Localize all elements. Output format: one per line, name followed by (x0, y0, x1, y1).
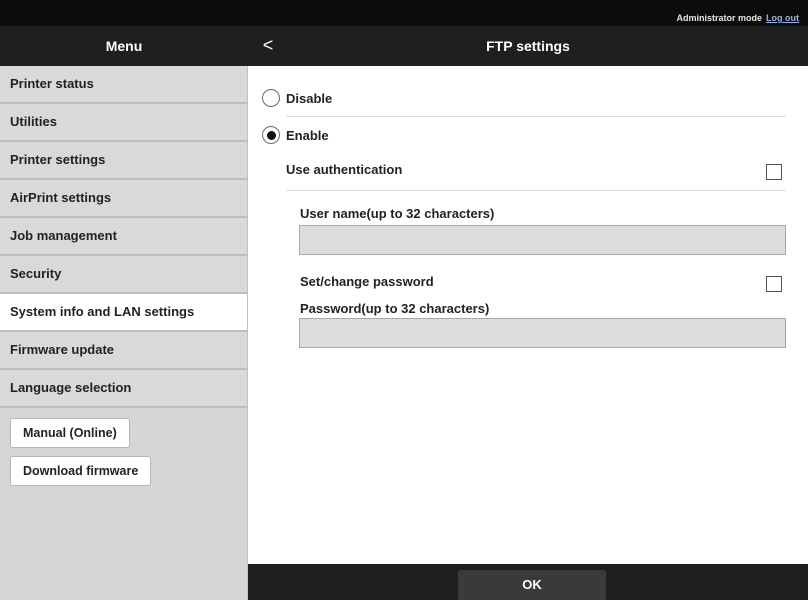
enable-option[interactable]: Enable (262, 123, 329, 147)
use-authentication-checkbox[interactable] (766, 164, 782, 180)
sidebar-item-job-management[interactable]: Job management (0, 218, 247, 256)
disable-option[interactable]: Disable (262, 86, 332, 110)
sidebar-item-airprint-settings[interactable]: AirPrint settings (0, 180, 247, 218)
disable-label: Disable (286, 90, 333, 106)
sidebar-menu: Printer status Utilities Printer setting… (0, 66, 248, 600)
back-arrow-icon[interactable]: < (258, 26, 278, 66)
header-bar: Menu FTP settings < (0, 26, 808, 66)
sidebar-item-utilities[interactable]: Utilities (0, 104, 247, 142)
sidebar-item-security[interactable]: Security (0, 256, 247, 294)
page-title: FTP settings (486, 38, 570, 54)
radio-selected-dot (266, 130, 276, 140)
username-input[interactable] (299, 225, 786, 255)
manual-online-button[interactable]: Manual (Online) (10, 418, 130, 448)
sidebar-item-system-info-lan[interactable]: System info and LAN settings (0, 294, 247, 332)
sidebar-item-firmware-update[interactable]: Firmware update (0, 332, 247, 370)
password-label: Password(up to 32 characters) (300, 301, 490, 316)
ok-button[interactable]: OK (458, 570, 606, 600)
logout-link[interactable]: Log out (766, 13, 808, 23)
footer-bar: OK (248, 564, 808, 600)
use-authentication-label: Use authentication (286, 162, 403, 177)
username-label: User name(up to 32 characters) (300, 206, 495, 221)
disable-radio[interactable] (262, 89, 280, 107)
set-change-password-checkbox[interactable] (766, 276, 782, 292)
set-change-password-label: Set/change password (300, 274, 434, 289)
password-input[interactable] (299, 318, 786, 348)
enable-radio[interactable] (262, 126, 280, 144)
divider (286, 116, 786, 117)
top-status-bar: Administrator mode Log out (0, 0, 808, 26)
administrator-mode-label: Administrator mode (676, 13, 762, 23)
menu-title: Menu (105, 38, 143, 54)
enable-label: Enable (286, 127, 329, 143)
sidebar-item-printer-settings[interactable]: Printer settings (0, 142, 247, 180)
divider (286, 190, 786, 191)
download-firmware-button[interactable]: Download firmware (10, 456, 152, 486)
sidebar-item-language-selection[interactable]: Language selection (0, 370, 247, 408)
ftp-settings-panel: Disable Enable Use authentication User n… (248, 66, 808, 564)
sidebar-item-printer-status[interactable]: Printer status (0, 66, 247, 104)
